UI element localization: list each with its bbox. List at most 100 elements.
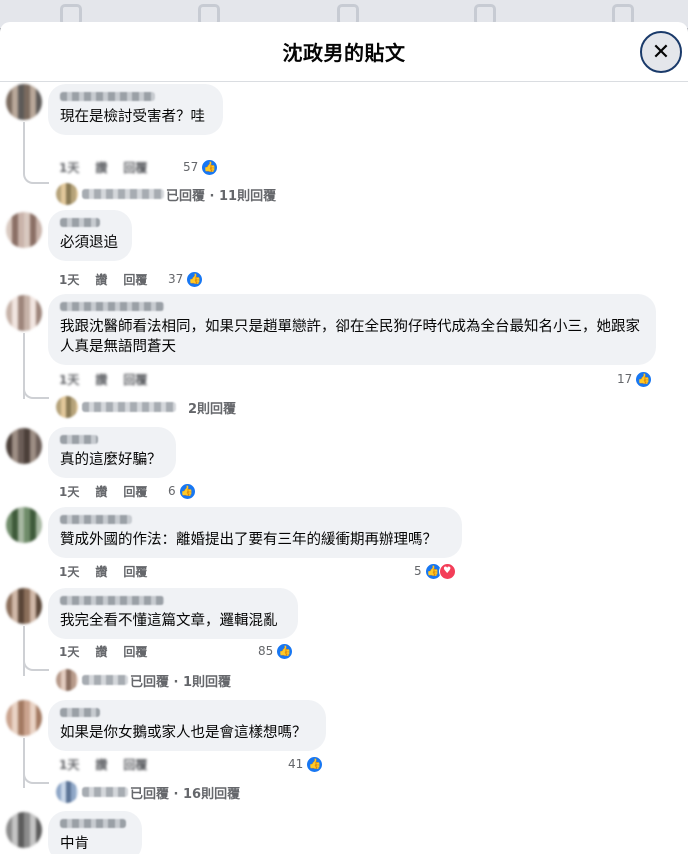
avatar[interactable] — [6, 507, 42, 543]
reply-button[interactable]: 回覆 — [123, 756, 147, 773]
thread-line — [23, 626, 25, 676]
avatar[interactable] — [6, 295, 42, 331]
like-button[interactable]: 讚 — [95, 271, 107, 288]
reaction-summary[interactable]: 41 👍 — [288, 755, 324, 773]
reply-button[interactable]: 回覆 — [123, 483, 147, 500]
reply-button[interactable]: 回覆 — [123, 271, 147, 288]
comment-text: 現在是檢討受害者？哇 — [60, 109, 205, 125]
reply-avatar — [56, 781, 78, 803]
view-replies-link[interactable]: 已回覆 · 16則回覆 — [56, 781, 240, 803]
comment-text: 真的這麼好騙？ — [60, 452, 162, 468]
comment-text: 我完全看不懂這篇文章，邏輯混亂 — [60, 613, 278, 629]
comment-text: 我跟沈醫師看法相同，如果只是趙單戀許，卻在全民狗仔時代成為全台最知名小三，她跟家… — [60, 319, 640, 355]
comment-time[interactable]: 1天 — [59, 371, 79, 388]
like-button[interactable]: 讚 — [95, 643, 107, 660]
reply-summary: 已回覆 · 1則回覆 — [130, 674, 232, 690]
comment-author[interactable] — [60, 708, 100, 717]
comment-author[interactable] — [60, 92, 155, 101]
reaction-count: 37 — [168, 272, 184, 286]
comment-time[interactable]: 1天 — [59, 271, 79, 288]
view-replies-link[interactable]: 已回覆 · 11則回覆 — [56, 183, 276, 205]
comment-author[interactable] — [60, 302, 164, 311]
comment-actions: 1天 讚 回覆 — [59, 642, 163, 660]
thumbs-up-icon: 👍 — [201, 158, 219, 176]
view-replies-link[interactable]: 已回覆 · 1則回覆 — [56, 669, 231, 691]
comment-bubble: 贊成外國的作法：離婚提出了要有三年的緩衝期再辦理嗎？ — [48, 507, 462, 558]
heart-icon: ♥ — [438, 562, 456, 580]
reaction-count: 5 — [414, 564, 422, 578]
reply-author — [82, 675, 128, 685]
thread-line — [23, 122, 25, 172]
comment-text: 必須退追 — [60, 235, 118, 251]
reply-author — [82, 402, 176, 412]
reply-avatar — [56, 396, 78, 418]
comment-bubble: 現在是檢討受害者？哇 — [48, 84, 223, 135]
close-icon: ✕ — [651, 39, 671, 65]
comment-actions: 1天 讚 回覆 — [59, 158, 163, 176]
comment-author[interactable] — [60, 218, 100, 227]
comments-list: 現在是檢討受害者？哇 1天 讚 回覆 57 👍 已回覆 · 11則回覆 必須退追… — [0, 82, 688, 854]
avatar[interactable] — [6, 812, 42, 848]
reply-avatar — [56, 669, 78, 691]
avatar[interactable] — [6, 212, 42, 248]
modal-header: 沈政男的貼文 ✕ — [0, 22, 688, 82]
thumbs-up-icon: 👍 — [276, 642, 294, 660]
comment-bubble: 必須退追 — [48, 210, 132, 261]
reaction-count: 41 — [288, 757, 304, 771]
comment-author[interactable] — [60, 435, 98, 444]
comment-time[interactable]: 1天 — [59, 483, 79, 500]
avatar[interactable] — [6, 588, 42, 624]
reply-button[interactable]: 回覆 — [123, 159, 147, 176]
like-button[interactable]: 讚 — [95, 159, 107, 176]
comment-time[interactable]: 1天 — [59, 643, 79, 660]
like-button[interactable]: 讚 — [95, 563, 107, 580]
thread-elbow — [23, 170, 49, 184]
comment-text: 贊成外國的作法：離婚提出了要有三年的緩衝期再辦理嗎？ — [60, 532, 437, 548]
reaction-summary[interactable]: 57 👍 — [183, 158, 219, 176]
thread-elbow — [23, 770, 49, 784]
reply-button[interactable]: 回覆 — [123, 563, 147, 580]
reply-button[interactable]: 回覆 — [123, 643, 147, 660]
reaction-summary[interactable]: 6 👍 — [168, 482, 196, 500]
reaction-summary[interactable]: 37 👍 — [168, 270, 204, 288]
comment-bubble: 如果是你女鵝或家人也是會這樣想嗎？ — [48, 700, 326, 751]
like-button[interactable]: 讚 — [95, 483, 107, 500]
comment-time[interactable]: 1天 — [59, 756, 79, 773]
close-button[interactable]: ✕ — [640, 31, 682, 73]
comment-author[interactable] — [60, 819, 126, 828]
comment-bubble: 中肯 — [48, 811, 142, 854]
reply-summary: 已回覆 · 11則回覆 — [166, 188, 277, 204]
reaction-count: 57 — [183, 160, 199, 174]
like-button[interactable]: 讚 — [95, 756, 107, 773]
reply-author — [82, 189, 164, 199]
reaction-count: 17 — [617, 372, 633, 386]
comment-time[interactable]: 1天 — [59, 563, 79, 580]
thumbs-up-icon: 👍 — [178, 482, 196, 500]
comment-bubble: 我完全看不懂這篇文章，邏輯混亂 — [48, 588, 298, 639]
reply-button[interactable]: 回覆 — [123, 371, 147, 388]
like-button[interactable]: 讚 — [95, 371, 107, 388]
comment-author[interactable] — [60, 596, 164, 605]
avatar[interactable] — [6, 700, 42, 736]
avatar[interactable] — [6, 84, 42, 120]
reply-avatar — [56, 183, 78, 205]
reaction-summary[interactable]: 17 👍 — [617, 370, 653, 388]
reaction-summary[interactable]: 5 👍 ♥ — [414, 562, 456, 580]
thread-elbow — [23, 385, 49, 399]
thread-elbow — [23, 657, 49, 671]
comment-text: 如果是你女鵝或家人也是會這樣想嗎？ — [60, 725, 307, 741]
reaction-count: 6 — [168, 484, 176, 498]
comment-author[interactable] — [60, 515, 132, 524]
view-replies-link[interactable]: 2則回覆 — [56, 396, 236, 418]
avatar[interactable] — [6, 428, 42, 464]
thumbs-up-icon: 👍 — [635, 370, 653, 388]
comment-actions: 1天 讚 回覆 — [59, 562, 163, 580]
thumbs-up-icon: 👍 — [186, 270, 204, 288]
comment-actions: 1天 讚 回覆 — [59, 270, 163, 288]
comment-bubble: 真的這麼好騙？ — [48, 427, 176, 478]
reaction-summary[interactable]: 85 👍 — [258, 642, 294, 660]
comment-time[interactable]: 1天 — [59, 159, 79, 176]
reply-summary: 2則回覆 — [188, 401, 237, 417]
reply-author — [82, 787, 128, 797]
reaction-count: 85 — [258, 644, 274, 658]
